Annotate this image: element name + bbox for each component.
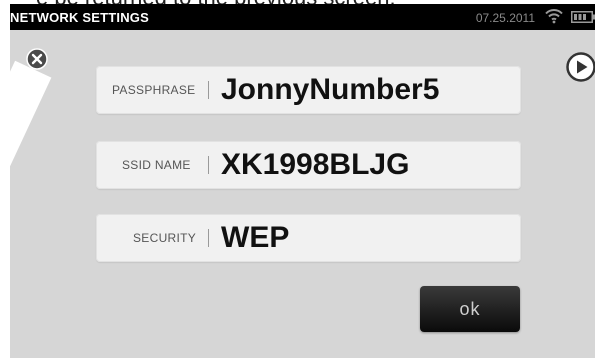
screen-title: NETWORK SETTINGS <box>10 10 149 25</box>
battery-icon <box>571 11 595 23</box>
wifi-icon <box>545 9 563 24</box>
page: e be returned to the previous screen. NE… <box>0 0 595 358</box>
security-field[interactable]: SECURITY WEP <box>96 214 521 262</box>
ok-button[interactable]: ok <box>420 286 520 332</box>
field-divider <box>208 156 209 174</box>
screen-glare <box>10 60 52 178</box>
field-divider <box>208 81 209 99</box>
field-divider <box>208 229 209 247</box>
field-label: SSID NAME <box>122 158 191 172</box>
status-bar: NETWORK SETTINGS 07.25.2011 <box>10 4 595 30</box>
ssid-name-field[interactable]: SSID NAME XK1998BLJG <box>96 141 521 189</box>
passphrase-field[interactable]: PASSPHRASE JonnyNumber5 <box>96 66 521 114</box>
play-arrow-icon[interactable] <box>566 52 595 82</box>
field-label: SECURITY <box>133 231 197 245</box>
field-value: JonnyNumber5 <box>221 73 440 106</box>
close-icon[interactable] <box>26 48 48 70</box>
field-value: WEP <box>221 221 290 254</box>
field-value: XK1998BLJG <box>221 148 410 181</box>
field-label: PASSPHRASE <box>112 83 196 97</box>
device-screen: NETWORK SETTINGS 07.25.2011 PASSPHRASE J… <box>10 4 595 358</box>
status-date: 07.25.2011 <box>475 11 535 25</box>
